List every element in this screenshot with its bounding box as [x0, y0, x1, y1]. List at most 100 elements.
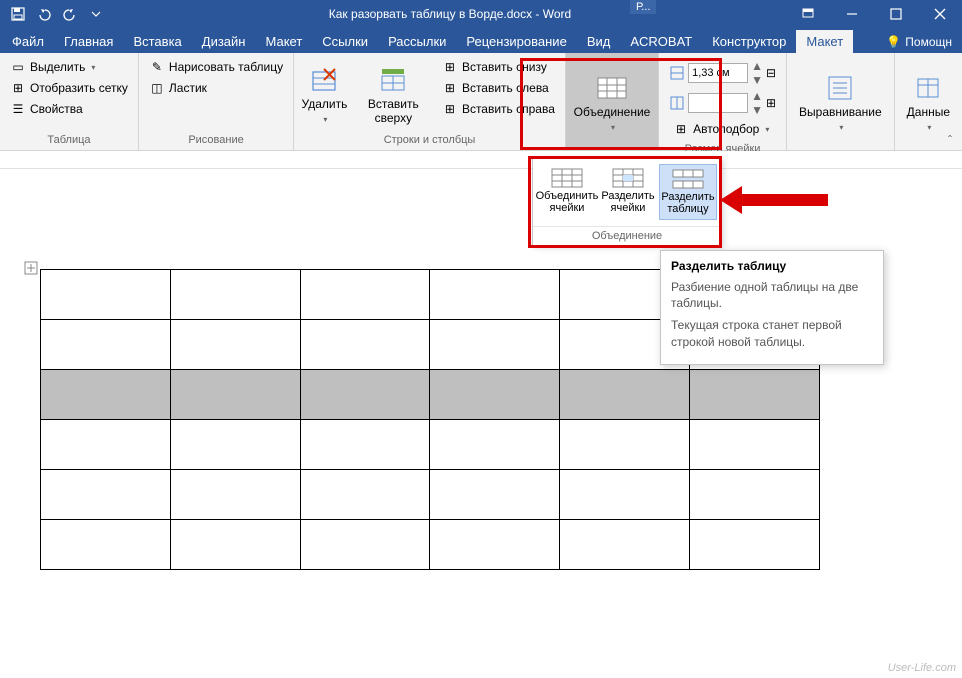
align-label: Выравнивание [799, 105, 882, 119]
merge-dropdown-panel: Объединитьячейки Разделитьячейки Раздели… [532, 157, 722, 246]
window-controls [786, 0, 962, 28]
insert-below-icon: ⊞ [442, 59, 458, 75]
data-label: Данные [907, 105, 950, 119]
cursor-icon: ▭ [10, 59, 26, 75]
insert-right-label: Вставить справа [462, 102, 555, 116]
insert-above-label: Вставить сверху [357, 98, 430, 124]
ruler[interactable] [0, 151, 962, 169]
undo-button[interactable] [32, 2, 56, 26]
eraser-icon: ◫ [149, 80, 165, 96]
tab-constructor[interactable]: Конструктор [702, 30, 796, 53]
merge-cells-button[interactable]: Объединитьячейки [537, 164, 597, 220]
ribbon-options-button[interactable] [786, 0, 830, 28]
contextual-tab-label: Р... [630, 0, 656, 14]
table-move-handle-icon[interactable] [24, 261, 38, 275]
merge-dropdown[interactable]: Объединение▾ [572, 57, 652, 148]
autofit-label: Автоподбор [693, 122, 759, 136]
close-button[interactable] [918, 0, 962, 28]
select-button[interactable]: ▭ Выделить ▾ [6, 57, 132, 77]
delete-icon [308, 64, 340, 96]
help-label: Помощн [905, 35, 952, 49]
maximize-button[interactable] [874, 0, 918, 28]
data-icon [912, 72, 944, 104]
spinner-down[interactable]: ▼ [751, 103, 763, 117]
tab-home[interactable]: Главная [54, 30, 123, 53]
table-row[interactable] [41, 470, 820, 520]
spinner-up[interactable]: ▲ [751, 59, 763, 73]
row-height-input[interactable]: 1,33 см [688, 63, 748, 83]
row-height-icon [669, 65, 685, 81]
group-merge: Объединение▾ [566, 53, 659, 150]
tab-layout[interactable]: Макет [255, 30, 312, 53]
align-icon [824, 72, 856, 104]
spinner-up[interactable]: ▲ [751, 89, 763, 103]
pencil-icon: ✎ [149, 59, 165, 75]
group-draw-label: Рисование [145, 132, 287, 148]
minimize-button[interactable] [830, 0, 874, 28]
split-table-tooltip: Разделить таблицу Разбиение одной таблиц… [660, 250, 884, 365]
tab-view[interactable]: Вид [577, 30, 621, 53]
chevron-down-icon: ▾ [839, 123, 843, 132]
split-table-icon [672, 169, 704, 189]
insert-above-icon [377, 64, 409, 96]
eraser-button[interactable]: ◫ Ластик [145, 78, 287, 98]
draw-label: Нарисовать таблицу [169, 60, 283, 74]
group-draw: ✎ Нарисовать таблицу ◫ Ластик Рисование [139, 53, 294, 150]
group-table: ▭Выделить▾ ⊞Отобразить сетку ☰Свойства Т… [0, 53, 139, 150]
merge-label: Объединение [574, 105, 651, 119]
view-gridlines-button[interactable]: ⊞Отобразить сетку [6, 78, 132, 98]
autofit-icon: ⊞ [673, 121, 689, 137]
redo-button[interactable] [58, 2, 82, 26]
tab-references[interactable]: Ссылки [312, 30, 378, 53]
tab-design[interactable]: Дизайн [192, 30, 256, 53]
table-row[interactable] [41, 420, 820, 470]
collapse-ribbon-button[interactable]: ˆ [942, 132, 958, 148]
tell-me-help[interactable]: 💡 Помощн [876, 31, 962, 53]
window-title: Как разорвать таблицу в Ворде.docx - Wor… [114, 7, 786, 21]
group-rowscols-label: Строки и столбцы [300, 132, 559, 148]
merge-cells-icon [551, 168, 583, 188]
chevron-down-icon: ▾ [91, 63, 95, 72]
split-cells-button[interactable]: Разделитьячейки [599, 164, 657, 220]
page[interactable] [0, 169, 962, 570]
save-button[interactable] [6, 2, 30, 26]
distribute-rows-icon[interactable]: ⊟ [766, 66, 776, 80]
tab-table-layout[interactable]: Макет [796, 30, 853, 53]
tab-file[interactable]: Файл [2, 30, 54, 53]
insert-left-icon: ⊞ [442, 80, 458, 96]
col-width-input[interactable] [688, 93, 748, 113]
tab-review[interactable]: Рецензирование [456, 30, 576, 53]
insert-below-button[interactable]: ⊞Вставить снизу [438, 57, 559, 77]
distribute-cols-icon[interactable]: ⊞ [766, 96, 776, 110]
group-cell-size: 1,33 см ▲▼ ⊟ ▲▼ ⊞ ⊞Автоподбор▾ Размер яч… [659, 53, 787, 150]
col-width-icon [669, 95, 685, 111]
table-row-selected[interactable] [41, 370, 820, 420]
tooltip-title: Разделить таблицу [671, 259, 873, 273]
tooltip-line2: Текущая строка станет первой строкой нов… [671, 317, 873, 349]
group-alignment: Выравнивание ▾ [787, 53, 895, 150]
select-label: Выделить [30, 60, 85, 74]
lightbulb-icon: 💡 [886, 35, 901, 49]
insert-above-button[interactable]: Вставить сверху [351, 57, 436, 132]
delete-button[interactable]: Удалить▾ [300, 57, 349, 132]
split-table-button[interactable]: Разделитьтаблицу [659, 164, 717, 220]
ribbon: ▭Выделить▾ ⊞Отобразить сетку ☰Свойства Т… [0, 53, 962, 151]
split-cells-icon [612, 168, 644, 188]
tab-insert[interactable]: Вставка [123, 30, 191, 53]
draw-table-button[interactable]: ✎ Нарисовать таблицу [145, 57, 287, 77]
insert-right-icon: ⊞ [442, 101, 458, 117]
eraser-label: Ластик [169, 81, 207, 95]
document-area [0, 151, 962, 678]
autofit-button[interactable]: ⊞Автоподбор▾ [669, 119, 776, 139]
titlebar: Как разорвать таблицу в Ворде.docx - Wor… [0, 0, 962, 28]
alignment-button[interactable]: Выравнивание ▾ [793, 57, 888, 148]
watermark: User-Life.com [888, 662, 956, 674]
properties-button[interactable]: ☰Свойства [6, 99, 132, 119]
insert-left-button[interactable]: ⊞Вставить слева [438, 78, 559, 98]
qat-customize[interactable] [84, 2, 108, 26]
tab-acrobat[interactable]: ACROBAT [620, 30, 702, 53]
tab-mailings[interactable]: Рассылки [378, 30, 456, 53]
spinner-down[interactable]: ▼ [751, 73, 763, 87]
table-row[interactable] [41, 520, 820, 570]
insert-right-button[interactable]: ⊞ Вставить справа [438, 99, 559, 119]
